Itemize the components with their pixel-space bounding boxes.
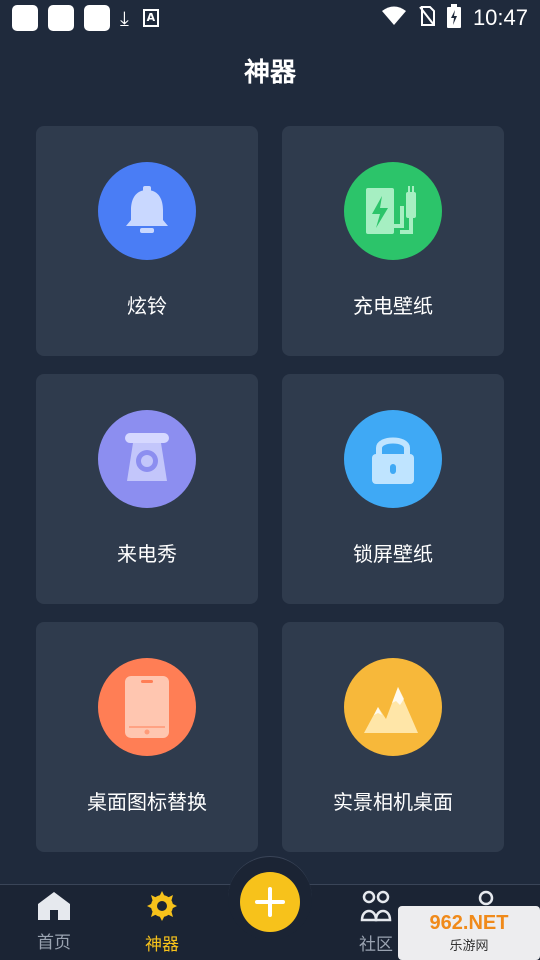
card-ringtone[interactable]: 炫铃 (36, 126, 258, 356)
clock: 10:47 (472, 5, 528, 30)
watermark-logo: 962.NET 乐游网 (398, 906, 540, 960)
card-icon-replace[interactable]: 桌面图标替换 (36, 622, 258, 852)
status-bar: ⤓ A 10:47 (0, 0, 540, 36)
add-button[interactable] (240, 872, 300, 932)
a-icon: A (142, 9, 159, 27)
card-label: 桌面图标替换 (87, 790, 207, 814)
community-icon (360, 890, 392, 922)
card-label: 炫铃 (127, 294, 167, 318)
card-label: 来电秀 (117, 542, 177, 566)
watermark-brand: 962.NET (429, 912, 509, 934)
card-label: 锁屏壁纸 (353, 542, 433, 566)
mountain-icon (344, 658, 442, 756)
download-icon: ⤓ (120, 6, 129, 30)
charging-icon (344, 162, 442, 260)
plus-icon (255, 887, 285, 917)
card-label: 充电壁纸 (353, 294, 433, 318)
bell-icon (98, 162, 196, 260)
card-label: 实景相机桌面 (333, 790, 453, 814)
telephone-icon (98, 410, 196, 508)
gear-icon (147, 891, 177, 921)
nav-label: 首页 (37, 933, 71, 953)
page-title: 神器 (243, 58, 296, 88)
phone-icon (98, 658, 196, 756)
notification-icon (48, 5, 74, 31)
lock-icon (344, 410, 442, 508)
notification-icon (84, 5, 110, 31)
nav-label: 神器 (145, 935, 179, 955)
notification-icon (12, 5, 38, 31)
home-icon (38, 892, 70, 920)
battery-charging-icon (446, 4, 461, 32)
nav-home[interactable]: 首页 (14, 890, 94, 953)
card-charging-wallpaper[interactable]: 充电壁纸 (282, 126, 504, 356)
nav-tools[interactable]: 神器 (122, 890, 202, 955)
wifi-icon (381, 6, 407, 30)
no-sim-icon (419, 5, 435, 31)
card-lockscreen-wallpaper[interactable]: 锁屏壁纸 (282, 374, 504, 604)
watermark-name: 乐游网 (449, 939, 489, 954)
card-camera-desktop[interactable]: 实景相机桌面 (282, 622, 504, 852)
card-caller-show[interactable]: 来电秀 (36, 374, 258, 604)
